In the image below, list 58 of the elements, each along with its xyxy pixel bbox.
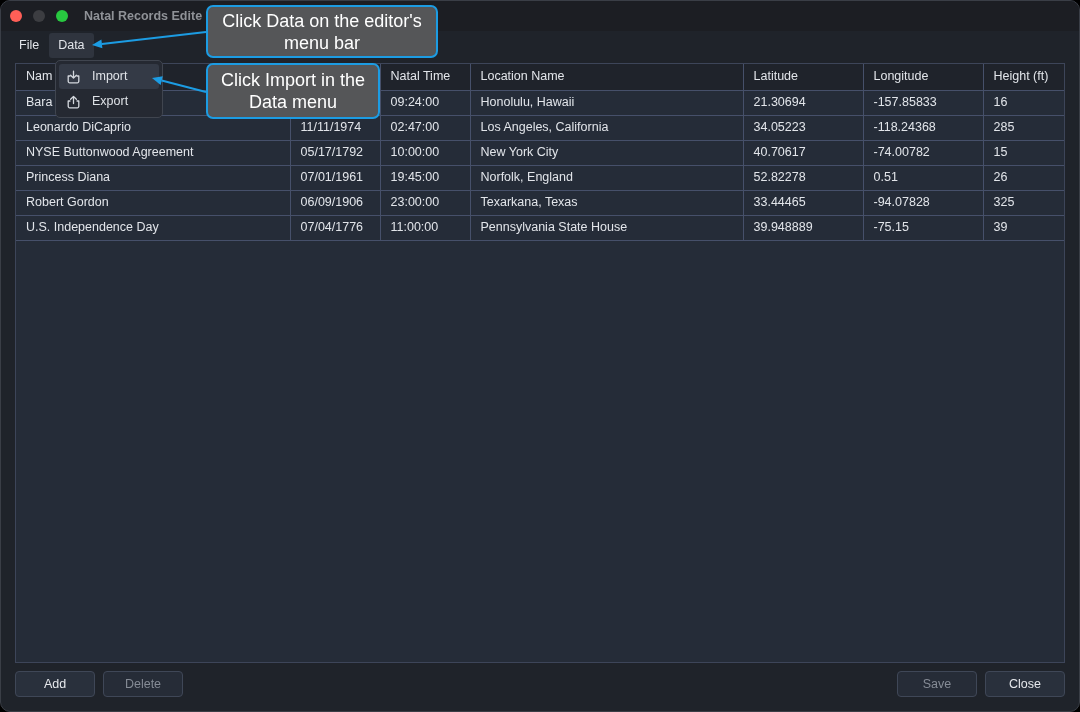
table-cell: 05/17/1792 [300,145,364,160]
menu-item[interactable]: Import [59,64,159,89]
table-cell: Bara [26,95,53,110]
callout: Click Import in the Data menu [206,63,380,119]
callout: Click Data on the editor's menu bar [206,5,438,58]
table-cell: -94.07828 [873,195,930,210]
table-cell: 52.82278 [753,170,806,185]
table-cell: 26 [993,170,1008,185]
table-cell: -75.15 [873,220,909,235]
table-cell: 34.05223 [753,120,806,135]
table-cell: -157.85833 [873,95,937,110]
table-cell: Pennsylvania State House [480,220,628,235]
table-cell: 06/09/1906 [300,195,364,210]
window-zoom-icon[interactable] [56,10,68,22]
tray-down-arrow-icon [66,69,81,84]
column-header[interactable]: Nam [26,69,53,84]
table-cell: 285 [993,120,1015,135]
table-cell: 40.70617 [753,145,806,160]
table-cell: 07/01/1961 [300,170,364,185]
table-cell: U.S. Independence Day [26,220,159,235]
table-cell: 325 [993,195,1015,210]
table-cell: Los Angeles, California [480,120,609,135]
table-cell: 33.44465 [753,195,806,210]
action-button[interactable]: Add [15,671,95,697]
window-title: Natal Records Edite [84,7,203,25]
table-cell: 21.30694 [753,95,806,110]
table-cell: Texarkana, Texas [480,195,578,210]
table-cell: 15 [993,145,1008,160]
table-cell: Princess Diana [26,170,111,185]
menu-bar-item[interactable]: Data [49,33,94,58]
callout-arrow [152,76,207,93]
tray-up-arrow-icon [66,94,81,109]
table-cell: 39 [993,220,1008,235]
table-cell: Honolulu, Hawaii [480,95,575,110]
table-cell: Leonardo DiCaprio [26,120,131,135]
table-cell: 39.948889 [753,220,813,235]
table-cell: 10:00:00 [390,145,440,160]
table-cell: Robert Gordon [26,195,109,210]
table-cell: 11/11/1974 [300,120,362,135]
table-cell: 23:00:00 [390,195,440,210]
action-button[interactable]: Close [985,671,1065,697]
table-cell: 19:45:00 [390,170,440,185]
table-cell: New York City [480,145,559,160]
table-cell: -74.00782 [873,145,930,160]
column-header[interactable]: Location Name [480,69,565,84]
table-cell: 11:00:00 [390,220,439,235]
table-cell: NYSE Buttonwood Agreement [26,145,194,160]
table-cell: 07/04/1776 [300,220,364,235]
table-cell: Norfolk, England [480,170,573,185]
table-cell: 09:24:00 [390,95,440,110]
table-cell: 02:47:00 [390,120,440,135]
menu-item[interactable]: Export [59,89,159,114]
table-cell: 0.51 [873,170,898,185]
window-close-icon[interactable] [10,10,22,22]
table-cell: 16 [993,95,1008,110]
column-header[interactable]: Height (ft) [993,69,1049,84]
menu-bar-item[interactable]: File [10,33,49,58]
table-cell: -118.24368 [873,120,936,135]
